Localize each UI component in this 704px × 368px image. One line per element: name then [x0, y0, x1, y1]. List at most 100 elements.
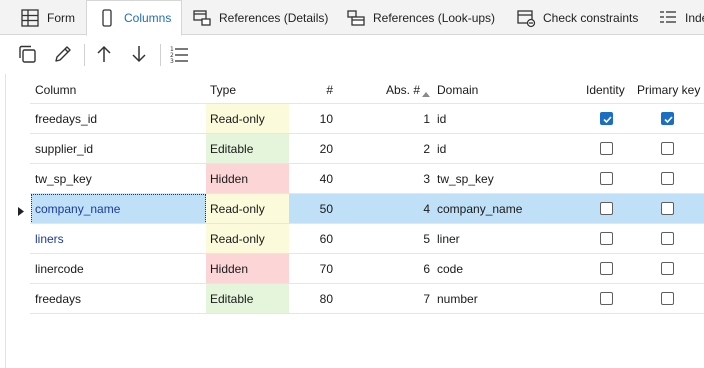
primary-key-checkbox[interactable]	[661, 202, 674, 215]
primary-key-checkbox[interactable]	[661, 232, 674, 245]
cell-abs-number[interactable]: 6	[340, 254, 430, 284]
table-row[interactable]: liners Read-only 60 5 liner	[0, 224, 704, 254]
table-row[interactable]: supplier_id Editable 20 2 id	[0, 134, 704, 164]
indexes-icon	[658, 8, 678, 28]
toolbar: 123	[0, 36, 704, 74]
cell-type[interactable]: Hidden	[206, 254, 289, 284]
cell-type[interactable]: Editable	[206, 284, 289, 314]
header-type[interactable]: Type	[210, 76, 236, 104]
identity-checkbox[interactable]	[600, 142, 613, 155]
edit-icon	[52, 43, 74, 68]
cell-domain[interactable]: number	[437, 284, 577, 314]
cell-column-name[interactable]: company_name	[31, 194, 206, 224]
cell-type[interactable]: Editable	[206, 134, 289, 164]
check-constraint-icon	[516, 8, 536, 28]
cell-abs-number[interactable]: 2	[340, 134, 430, 164]
identity-checkbox[interactable]	[600, 112, 613, 125]
toolbar-separator	[160, 44, 161, 66]
table-row[interactable]: company_name Read-only 50 4 company_name	[0, 194, 704, 224]
primary-key-checkbox[interactable]	[661, 262, 674, 275]
copy-button[interactable]	[14, 42, 40, 68]
tab-check-constraints[interactable]: Check constraints	[506, 0, 638, 35]
cell-domain[interactable]: id	[437, 104, 577, 134]
table-row[interactable]: freedays Editable 80 7 number	[0, 284, 704, 314]
tab-label: Form	[47, 10, 75, 25]
list-button[interactable]: 123	[166, 42, 192, 68]
references-details-icon	[192, 8, 212, 28]
cell-number[interactable]: 40	[289, 164, 333, 194]
cell-column-name[interactable]: freedays	[31, 284, 206, 314]
cell-number[interactable]: 20	[289, 134, 333, 164]
cell-abs-number[interactable]: 1	[340, 104, 430, 134]
list-icon: 123	[168, 43, 190, 68]
references-lookups-icon	[346, 8, 366, 28]
cell-domain[interactable]: company_name	[437, 194, 577, 224]
identity-checkbox[interactable]	[600, 202, 613, 215]
cell-domain[interactable]: id	[437, 134, 577, 164]
svg-text:3: 3	[170, 58, 174, 65]
identity-checkbox[interactable]	[600, 292, 613, 305]
cell-number[interactable]: 70	[289, 254, 333, 284]
tab-label: References (Details)	[219, 10, 329, 25]
tab-indexes[interactable]: Inde	[648, 0, 704, 35]
tab-references-lookups[interactable]: References (Look-ups)	[336, 0, 495, 35]
cell-column-name[interactable]: freedays_id	[31, 104, 206, 134]
cell-type[interactable]: Read-only	[206, 104, 289, 134]
cell-type[interactable]: Read-only	[206, 224, 289, 254]
move-down-icon	[128, 43, 150, 68]
identity-checkbox[interactable]	[600, 172, 613, 185]
cell-number[interactable]: 10	[289, 104, 333, 134]
move-down-button[interactable]	[126, 42, 152, 68]
row-divider	[30, 313, 704, 314]
cell-type[interactable]: Hidden	[206, 164, 289, 194]
primary-key-checkbox[interactable]	[661, 172, 674, 185]
move-up-button[interactable]	[91, 42, 117, 68]
move-up-icon	[93, 43, 115, 68]
tab-columns[interactable]: Columns	[86, 0, 182, 36]
header-number[interactable]: #	[288, 76, 333, 104]
cell-domain[interactable]: code	[437, 254, 577, 284]
header-domain[interactable]: Domain	[437, 76, 478, 104]
cell-abs-number[interactable]: 7	[340, 284, 430, 314]
primary-key-checkbox[interactable]	[661, 142, 674, 155]
header-primary-key[interactable]: Primary key	[637, 76, 700, 104]
header-column[interactable]: Column	[35, 76, 76, 104]
cell-domain[interactable]: liner	[437, 224, 577, 254]
toolbar-separator	[84, 44, 85, 66]
identity-checkbox[interactable]	[600, 232, 613, 245]
table-row[interactable]: linercode Hidden 70 6 code	[0, 254, 704, 284]
cell-abs-number[interactable]: 5	[340, 224, 430, 254]
tab-label: References (Look-ups)	[373, 10, 496, 25]
tab-label: Inde	[685, 10, 704, 25]
sort-ascending-icon	[422, 86, 430, 100]
header-abs-number[interactable]: Abs. #	[340, 76, 420, 104]
header-identity[interactable]: Identity	[586, 76, 625, 104]
primary-key-checkbox[interactable]	[661, 112, 674, 125]
cell-number[interactable]: 60	[289, 224, 333, 254]
cell-domain[interactable]: tw_sp_key	[437, 164, 577, 194]
identity-checkbox[interactable]	[600, 262, 613, 275]
cell-abs-number[interactable]: 4	[340, 194, 430, 224]
header-divider	[30, 103, 704, 104]
cell-column-name[interactable]: linercode	[31, 254, 206, 284]
table-row[interactable]: tw_sp_key Hidden 40 3 tw_sp_key	[0, 164, 704, 194]
tab-strip: Form Columns References (Details) Refere…	[0, 0, 704, 36]
cell-number[interactable]: 80	[289, 284, 333, 314]
tab-references-details[interactable]: References (Details)	[182, 0, 328, 35]
primary-key-checkbox[interactable]	[661, 292, 674, 305]
tab-label: Columns	[124, 11, 172, 25]
cell-column-name[interactable]: liners	[31, 224, 206, 254]
cell-column-name[interactable]: tw_sp_key	[31, 164, 206, 194]
column-icon	[97, 8, 117, 28]
cell-abs-number[interactable]: 3	[340, 164, 430, 194]
tab-form[interactable]: Form	[10, 0, 75, 35]
grid-form-icon	[20, 8, 40, 28]
table-row[interactable]: freedays_id Read-only 10 1 id	[0, 104, 704, 134]
cell-column-name[interactable]: supplier_id	[31, 134, 206, 164]
cell-number[interactable]: 50	[289, 194, 333, 224]
copy-icon	[16, 43, 38, 68]
tab-label: Check constraints	[543, 10, 639, 25]
row-pointer-icon	[18, 205, 24, 219]
cell-type[interactable]: Read-only	[206, 194, 289, 224]
edit-button[interactable]	[50, 42, 76, 68]
